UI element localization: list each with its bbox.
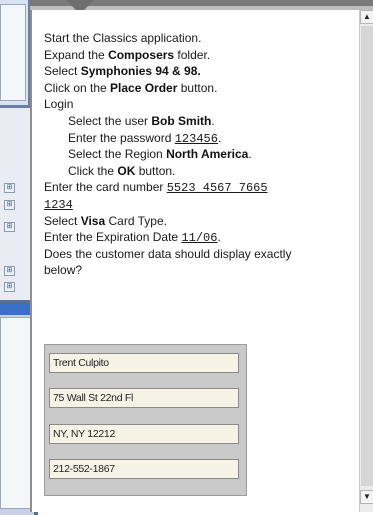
step-click-ok: Click the OK button.: [44, 163, 354, 180]
background-window-titlebar: [0, 303, 34, 315]
step-verify-customer-data: Does the customer data should display ex…: [44, 246, 314, 279]
customer-phone-field: 212-552-1867: [49, 459, 239, 479]
tree-expand-icon[interactable]: ⊞: [4, 282, 15, 292]
step-bold-term: Composers: [108, 47, 175, 62]
background-window-top-content: [0, 4, 26, 101]
step-select-symphonies: Select Symphonies 94 & 98.: [44, 63, 354, 80]
instruction-list: Start the Classics application. Expand t…: [44, 30, 354, 279]
step-enter-password: Enter the password 123456.: [44, 130, 354, 147]
step-text: button.: [177, 80, 218, 95]
step-text: Does the customer data should display ex…: [44, 246, 292, 278]
scroll-up-button[interactable]: ▲: [360, 10, 373, 24]
step-text: Select the user: [68, 113, 152, 128]
step-start-app: Start the Classics application.: [44, 30, 354, 47]
step-text: Login: [44, 97, 74, 112]
step-text: .: [217, 230, 221, 245]
step-text: Click the: [68, 163, 118, 178]
step-enter-card-number: Enter the card number 5523 4567 7665: [44, 179, 354, 196]
step-bold-term: Bob Smith: [151, 113, 212, 128]
step-input-value: 1234: [44, 197, 73, 212]
scroll-down-button[interactable]: ▼: [360, 490, 373, 504]
step-text: Card Type.: [105, 213, 167, 228]
step-text: Enter the card number: [44, 180, 167, 195]
step-text: .: [248, 147, 252, 162]
step-select-card-type: Select Visa Card Type.: [44, 213, 354, 230]
step-expand-folder: Expand the Composers folder.: [44, 47, 354, 64]
step-text: Select: [44, 213, 81, 228]
step-card-number-continued: 1234: [44, 196, 354, 213]
step-text: Expand the: [44, 47, 109, 62]
customer-street-field: 75 Wall St 22nd Fl: [49, 388, 239, 408]
step-text: .: [217, 130, 222, 145]
step-bold-term: Place Order: [110, 80, 178, 95]
tree-expand-icon[interactable]: ⊞: [4, 266, 15, 276]
step-text: folder.: [174, 47, 211, 62]
customer-name-field: Trent Culpito: [49, 353, 239, 373]
step-bold-term: OK: [117, 163, 136, 178]
step-text: Select: [44, 64, 81, 79]
step-text: Click on the: [44, 80, 111, 95]
tree-expand-icon[interactable]: ⊞: [4, 183, 15, 193]
step-select-user: Select the user Bob Smith.: [44, 113, 354, 130]
step-select-region: Select the Region North America.: [44, 146, 354, 163]
customer-city-field: NY, NY 12212: [49, 424, 239, 444]
background-window-top: [0, 0, 31, 108]
step-login: Login: [44, 96, 354, 113]
step-place-order: Click on the Place Order button.: [44, 80, 354, 97]
tree-expand-icon[interactable]: ⊞: [4, 222, 15, 232]
step-text: Enter the password: [68, 130, 175, 145]
customer-data-panel: Trent Culpito 75 Wall St 22nd Fl NY, NY …: [44, 344, 247, 496]
step-text: button.: [135, 163, 176, 178]
step-input-value: 5523 4567 7665: [166, 181, 268, 196]
step-text: Enter the Expiration Date: [44, 230, 182, 245]
step-bold-term: North America: [166, 147, 249, 162]
tree-expand-icon[interactable]: ⊞: [4, 200, 15, 210]
step-input-value: 11/06: [181, 231, 218, 246]
step-enter-expiration: Enter the Expiration Date 11/06.: [44, 229, 354, 246]
step-bold-term: Visa: [80, 213, 106, 228]
step-text: Start the Classics application.: [44, 31, 202, 45]
scroll-thumb[interactable]: [361, 26, 373, 486]
step-input-value: 123456: [174, 131, 218, 146]
vertical-scrollbar[interactable]: ▲ ▼: [359, 10, 373, 512]
step-bold-term: Symphonies 94 & 98.: [80, 64, 201, 79]
step-text: Select the Region: [68, 147, 167, 162]
step-text: .: [211, 113, 215, 128]
background-window-bottom-content: [0, 317, 32, 509]
